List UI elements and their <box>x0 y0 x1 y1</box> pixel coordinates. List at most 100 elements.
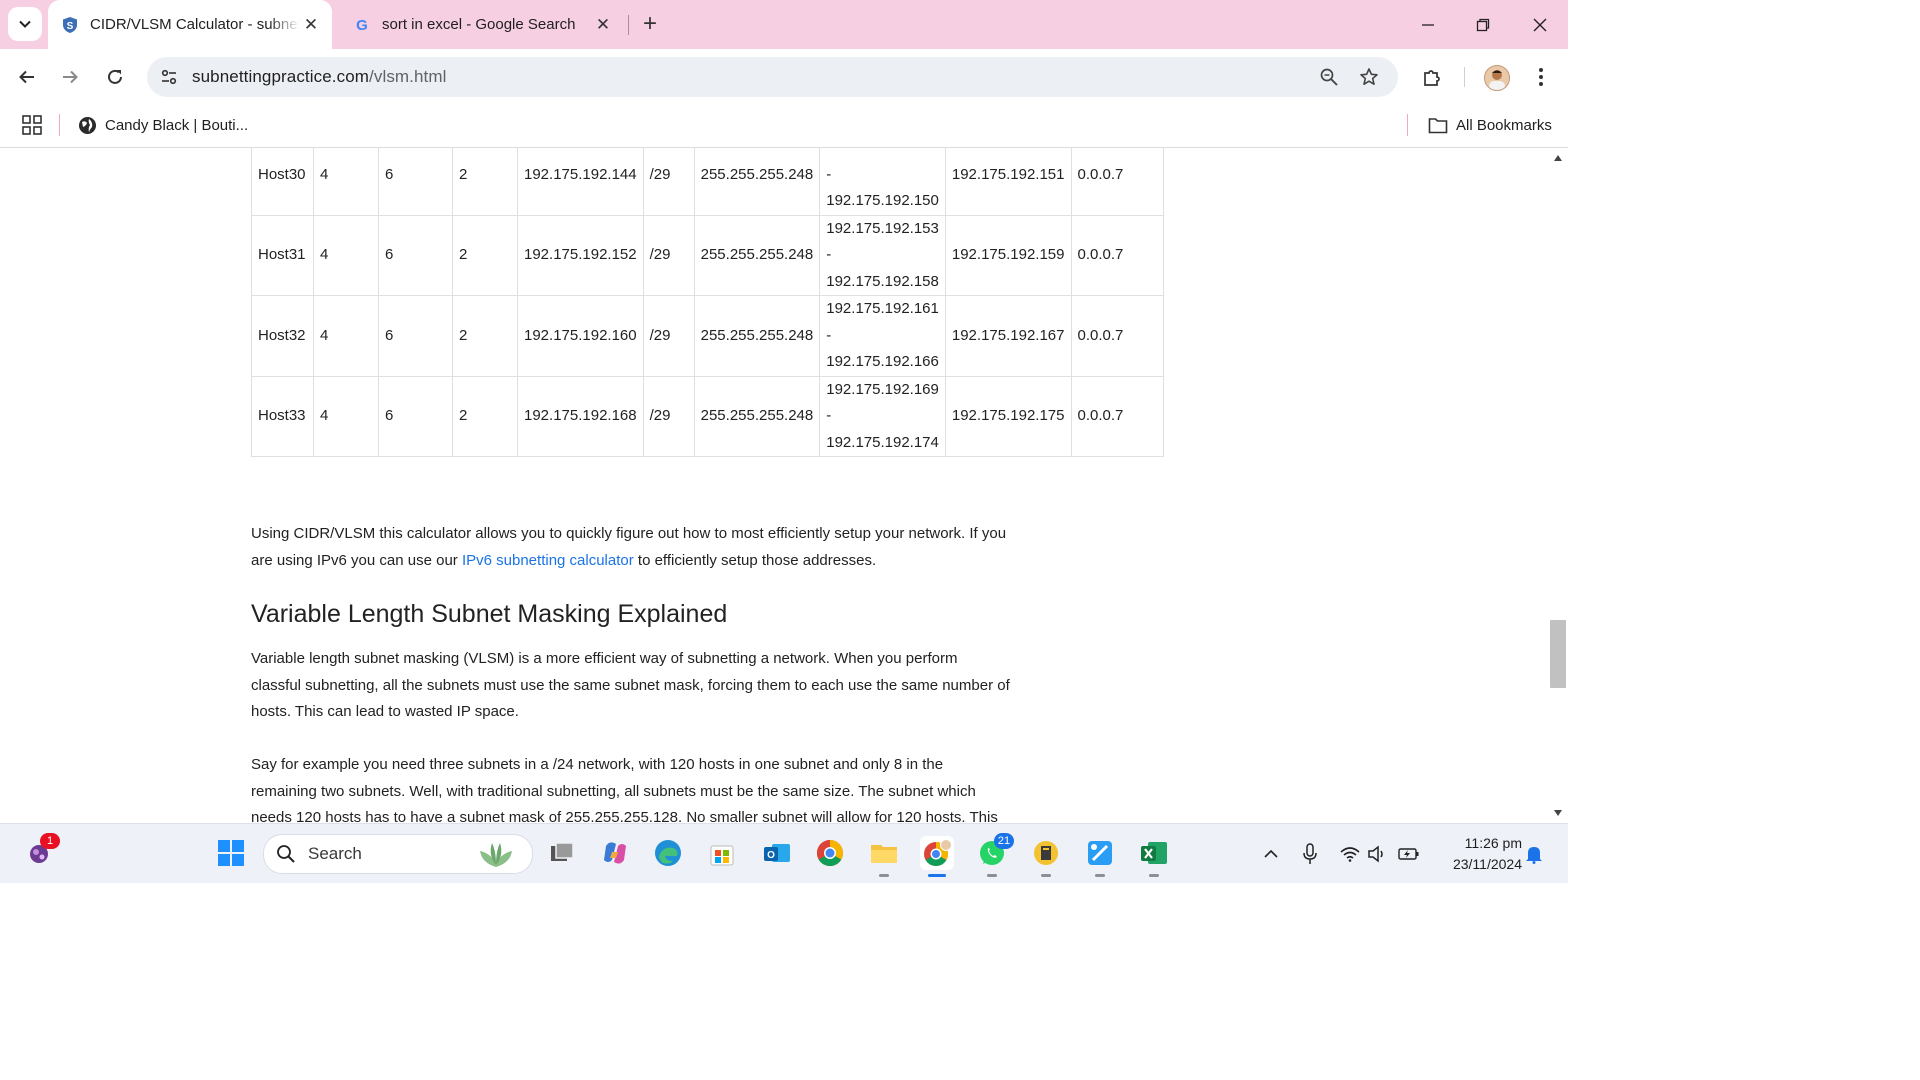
table-row: Host32 4 6 2 192.175.192.160 /29 255.255… <box>251 295 1164 377</box>
assignable-range-cell: - 192.175.192.150 <box>819 148 946 216</box>
allocated-size-cell: 6 <box>378 295 453 377</box>
needed-size-cell: 4 <box>313 375 379 457</box>
mask-cell: 255.255.255.248 <box>693 148 821 216</box>
page-scrollbar[interactable] <box>1548 148 1568 823</box>
site-info-icon[interactable] <box>157 65 181 89</box>
unused-cell: 2 <box>452 214 518 296</box>
assignable-range-cell: 192.175.192.161 - 192.175.192.166 <box>819 295 946 377</box>
table-row: Host33 4 6 2 192.175.192.168 /29 255.255… <box>251 375 1164 457</box>
network-address-cell: 192.175.192.144 <box>517 148 644 216</box>
arrow-right-icon <box>63 70 78 84</box>
kebab-menu-icon <box>1539 68 1543 86</box>
scrollbar-thumb[interactable] <box>1550 620 1566 688</box>
speaker-icon <box>1368 845 1383 863</box>
battery-charging-icon <box>1398 848 1419 860</box>
file-explorer-button[interactable] <box>867 836 901 877</box>
taskbar-clock[interactable]: 11:26 pm 23/11/2024 <box>1432 833 1522 875</box>
running-indicator <box>1041 874 1051 877</box>
extensions-button[interactable] <box>1415 60 1449 94</box>
wildcard-cell: 0.0.0.7 <box>1070 295 1164 377</box>
apps-grid-icon[interactable] <box>21 114 43 136</box>
tab-title: sort in excel - Google Search <box>382 16 576 33</box>
excel-button[interactable] <box>1137 836 1171 877</box>
chrome-menu-button[interactable] <box>1524 60 1558 94</box>
running-indicator <box>1149 874 1159 877</box>
mask-cell: 255.255.255.248 <box>693 214 821 296</box>
copilot-button[interactable] <box>598 836 632 870</box>
bookmarks-divider <box>1407 114 1408 136</box>
subnet-name-cell: Host33 <box>251 375 314 457</box>
zoom-icon[interactable] <box>1317 65 1341 89</box>
address-bar[interactable]: subnettingpractice.com/vlsm.html <box>147 57 1398 97</box>
scroll-up-arrow-icon[interactable] <box>1548 150 1568 166</box>
wildcard-cell: 0.0.0.7 <box>1070 148 1164 216</box>
mask-cell: 255.255.255.248 <box>693 295 821 377</box>
wifi-button[interactable] <box>1338 842 1362 866</box>
reload-button[interactable] <box>98 60 132 94</box>
whatsapp-button[interactable]: 21 <box>975 833 1014 877</box>
search-highlight-plant-icon <box>480 843 512 867</box>
range-start <box>826 148 939 162</box>
bookmark-star-icon[interactable] <box>1357 65 1381 89</box>
profile-avatar[interactable] <box>1484 65 1510 91</box>
all-bookmarks-button[interactable]: All Bookmarks <box>1428 104 1552 147</box>
snipping-tool-button[interactable] <box>1083 836 1117 877</box>
running-indicator <box>1095 874 1105 877</box>
network-address-cell: 192.175.192.160 <box>517 295 644 377</box>
notifications-button[interactable] <box>1522 842 1546 866</box>
url-text: subnettingpractice.com/vlsm.html <box>192 67 447 87</box>
vlsm-results-table: Host30 4 6 2 192.175.192.144 /29 255.255… <box>251 148 1164 457</box>
edge-icon <box>655 840 681 866</box>
folder-icon <box>1428 118 1448 134</box>
range-separator: - <box>826 326 832 344</box>
chevron-down-icon <box>19 20 31 28</box>
vlsm-example-paragraph: Say for example you need three subnets i… <box>251 756 998 823</box>
new-tab-button[interactable]: + <box>636 10 664 38</box>
microsoft-store-button[interactable] <box>705 836 739 870</box>
chrome-profile-button[interactable] <box>920 836 954 877</box>
edge-button[interactable] <box>651 836 685 870</box>
restore-button[interactable] <box>1466 8 1500 42</box>
widgets-button[interactable]: 1 <box>22 833 60 870</box>
show-hidden-icons-button[interactable] <box>1259 842 1283 866</box>
ipv6-calculator-link[interactable]: IPv6 subnetting calculator <box>462 552 634 569</box>
tab-strip: S CIDR/VLSM Calculator - subnetti ✕ G so… <box>0 0 1568 49</box>
close-tab-icon[interactable]: ✕ <box>592 14 614 36</box>
tab-vlsm-calculator[interactable]: S CIDR/VLSM Calculator - subnetti ✕ <box>48 0 332 49</box>
bell-icon <box>1526 847 1542 864</box>
forward-button[interactable] <box>53 60 87 94</box>
broadcast-cell: 192.175.192.151 <box>944 148 1072 216</box>
minimize-icon <box>1422 24 1434 26</box>
start-button[interactable] <box>214 836 248 870</box>
subnet-name-cell: Host30 <box>251 148 314 216</box>
chrome-button[interactable] <box>813 836 847 870</box>
clock-time: 11:26 pm <box>1464 835 1522 851</box>
minimize-button[interactable] <box>1411 8 1445 42</box>
bookmark-item[interactable]: Candy Black | Bouti... <box>78 104 248 147</box>
browser-toolbar: subnettingpractice.com/vlsm.html <box>0 49 1568 104</box>
subnet-name-cell: Host31 <box>251 214 314 296</box>
close-window-button[interactable] <box>1523 8 1557 42</box>
url-domain: subnettingpractice.com <box>192 67 370 86</box>
chevron-up-icon <box>1264 849 1278 858</box>
microphone-button[interactable] <box>1298 842 1322 866</box>
range-start: 192.175.192.169 <box>826 380 939 398</box>
slash-cell: /29 <box>642 148 695 216</box>
outlook-button[interactable]: O <box>760 836 794 870</box>
volume-button[interactable] <box>1365 842 1389 866</box>
slash-cell: /29 <box>642 214 695 296</box>
active-indicator <box>928 874 946 877</box>
needed-size-cell: 4 <box>313 214 379 296</box>
taskbar-search[interactable]: Search <box>263 834 533 874</box>
task-view-button[interactable] <box>545 836 579 870</box>
folder-icon <box>871 845 897 863</box>
broadcast-cell: 192.175.192.159 <box>944 214 1072 296</box>
tab-google-search[interactable]: G sort in excel - Google Search ✕ <box>340 0 624 49</box>
close-tab-icon[interactable]: ✕ <box>300 14 322 36</box>
tab-search-button[interactable] <box>8 7 42 41</box>
app-button[interactable] <box>1029 836 1063 877</box>
back-button[interactable] <box>10 60 44 94</box>
scroll-down-arrow-icon[interactable] <box>1548 805 1568 821</box>
toolbar-divider <box>1464 67 1465 87</box>
battery-button[interactable] <box>1397 842 1421 866</box>
